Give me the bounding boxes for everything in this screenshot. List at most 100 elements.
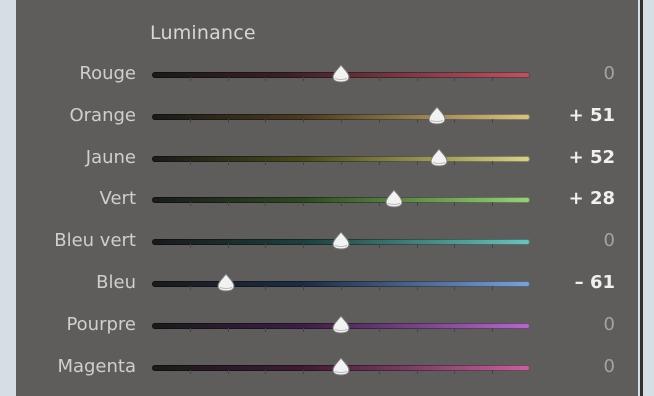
slider-tick (454, 118, 456, 123)
slider-value[interactable]: + 28 (555, 188, 615, 209)
slider-tick (378, 160, 380, 165)
slider-tick (416, 77, 418, 81)
slider-value[interactable]: 0 (555, 356, 615, 377)
slider-row: Bleu vert 0 (0, 227, 654, 257)
slider-value[interactable]: + 51 (555, 105, 615, 126)
slider-tick (416, 327, 418, 332)
slider-tick (227, 369, 229, 374)
slider-tick (454, 160, 456, 165)
slider-thumb[interactable] (330, 63, 352, 85)
slider-thumb[interactable] (426, 105, 448, 127)
slider-tick (227, 160, 229, 165)
slider-tick (227, 77, 229, 81)
slider-tick (416, 286, 418, 290)
slider-label: Jaune (85, 146, 136, 168)
slider-thumb[interactable] (383, 188, 405, 210)
slider-tick (416, 244, 418, 249)
slider-tick (227, 118, 229, 123)
slider-tick (378, 202, 380, 207)
slider-label: Rouge (79, 63, 136, 84)
slider-value[interactable]: 0 (555, 314, 615, 335)
slider-tick (378, 77, 380, 81)
slider-tick (227, 202, 229, 207)
slider-tick (265, 118, 267, 123)
slider-tick (454, 369, 456, 374)
slider-tick (265, 202, 267, 207)
slider-tick (189, 286, 191, 290)
slider-tick (492, 286, 494, 290)
slider-tick (265, 369, 267, 374)
slider-thumb[interactable] (330, 230, 352, 252)
slider-tick (303, 202, 305, 207)
slider-tick (454, 327, 456, 332)
slider-thumb[interactable] (215, 272, 237, 294)
slider-tick (265, 160, 267, 165)
slider-tick (189, 327, 191, 332)
slider-tick (303, 327, 305, 332)
slider-tick (303, 118, 305, 123)
slider-tick (416, 369, 418, 374)
slider-row: Bleu – 61 (0, 269, 654, 299)
slider-tick (378, 286, 380, 290)
slider-tick (265, 286, 267, 290)
slider-row: Orange + 51 (0, 102, 654, 132)
slider-tick (416, 118, 418, 123)
slider-tick (454, 202, 456, 207)
slider-track[interactable] (152, 113, 530, 123)
slider-thumb[interactable] (428, 147, 450, 169)
slider-label: Magenta (57, 355, 136, 377)
slider-tick (454, 77, 456, 81)
slider-tick (454, 286, 456, 290)
slider-tick (303, 77, 305, 81)
slider-tick (378, 244, 380, 249)
slider-tick (492, 202, 494, 207)
slider-tick (492, 118, 494, 123)
slider-tick (189, 118, 191, 123)
slider-row: Rouge 0 (0, 60, 654, 90)
slider-tick (341, 286, 342, 290)
slider-tick (303, 369, 305, 374)
slider-tick (189, 160, 191, 165)
slider-label: Bleu (96, 272, 136, 293)
slider-tick (341, 118, 342, 123)
slider-tick (227, 327, 229, 332)
slider-row: Vert + 28 (0, 185, 654, 215)
slider-tick (492, 369, 494, 374)
slider-tick (189, 202, 191, 207)
panel-title: Luminance (150, 22, 256, 44)
slider-tick (492, 160, 494, 165)
slider-tick (378, 118, 380, 123)
slider-thumb[interactable] (330, 314, 352, 336)
slider-thumb[interactable] (330, 356, 352, 378)
slider-tick (454, 244, 456, 249)
slider-tick (189, 244, 191, 249)
slider-tick (265, 327, 267, 332)
slider-label: Bleu vert (54, 230, 136, 252)
slider-value[interactable]: 0 (555, 63, 615, 84)
slider-tick (341, 202, 342, 207)
slider-tick (378, 369, 380, 374)
slider-label: Orange (69, 104, 136, 126)
slider-row: Jaune + 52 (0, 144, 654, 174)
slider-tick (416, 202, 418, 207)
slider-label: Pourpre (66, 313, 136, 335)
slider-tick (303, 160, 305, 165)
slider-tick (492, 244, 494, 249)
slider-value[interactable]: + 52 (555, 147, 615, 168)
slider-value[interactable]: – 61 (555, 272, 615, 293)
slider-tick (303, 286, 305, 290)
slider-tick (341, 160, 342, 165)
slider-tick (189, 369, 191, 374)
slider-value[interactable]: 0 (555, 230, 615, 251)
slider-tick (265, 77, 267, 81)
slider-tick (492, 327, 494, 332)
slider-track[interactable] (152, 281, 530, 290)
slider-tick (378, 327, 380, 332)
slider-track[interactable] (152, 155, 530, 165)
slider-label: Vert (99, 188, 136, 210)
slider-tick (227, 244, 229, 249)
slider-tick (265, 244, 267, 249)
slider-row: Pourpre 0 (0, 311, 654, 341)
slider-track[interactable] (152, 197, 530, 207)
slider-tick (492, 77, 494, 81)
